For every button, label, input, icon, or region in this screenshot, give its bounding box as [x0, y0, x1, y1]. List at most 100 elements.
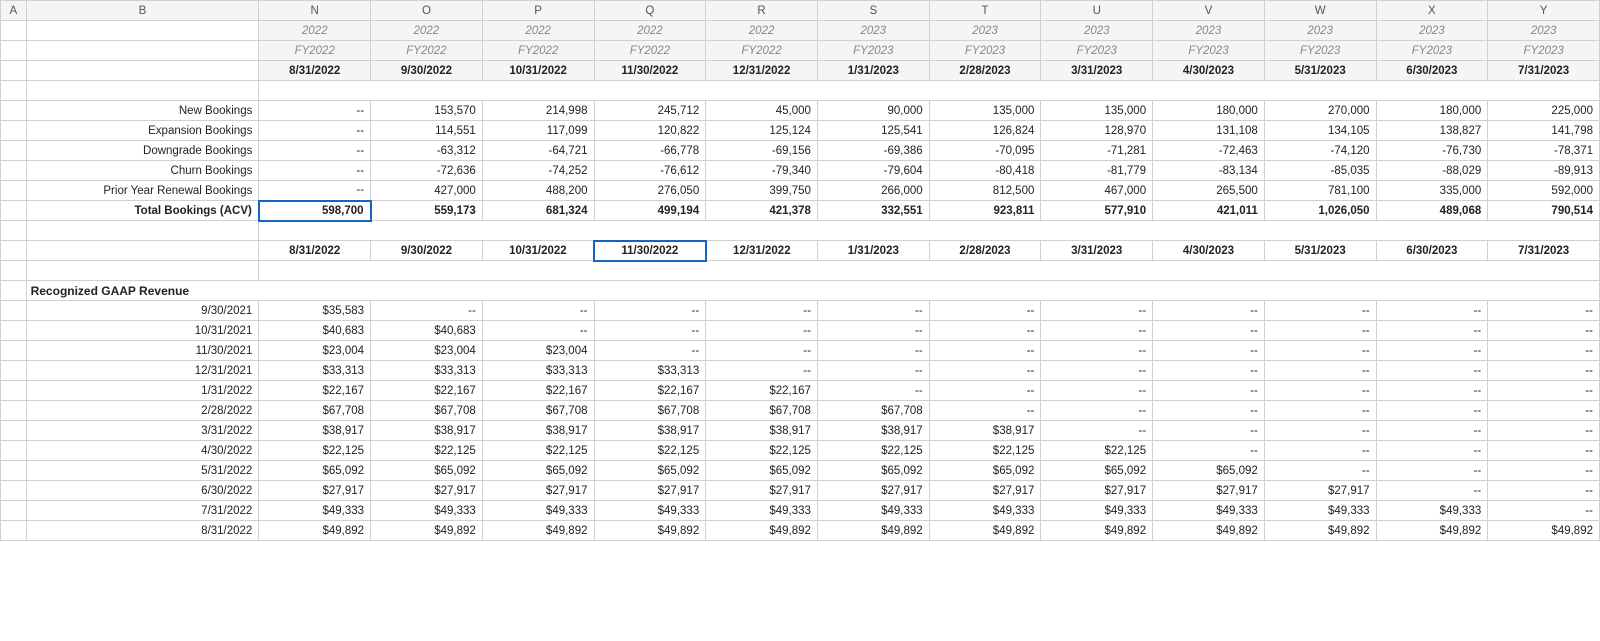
gaap-Y-10[interactable]: -- [1488, 501, 1600, 521]
date2-P[interactable]: 10/31/2022 [482, 241, 594, 261]
gaap-R-4[interactable]: $22,167 [706, 381, 818, 401]
prior-year-renewal-T[interactable]: 812,500 [929, 181, 1041, 201]
gaap-P-1[interactable]: -- [482, 321, 594, 341]
new-bookings-S[interactable]: 90,000 [817, 101, 929, 121]
expansion-bookings-P[interactable]: 117,099 [482, 121, 594, 141]
expansion-bookings-T[interactable]: 126,824 [929, 121, 1041, 141]
gaap-W-1[interactable]: -- [1264, 321, 1376, 341]
gaap-X-9[interactable]: -- [1376, 481, 1488, 501]
col-W-header[interactable]: W [1264, 1, 1376, 21]
gaap-X-10[interactable]: $49,333 [1376, 501, 1488, 521]
gaap-O-11[interactable]: $49,892 [371, 521, 483, 541]
prior-year-renewal-O[interactable]: 427,000 [371, 181, 483, 201]
downgrade-bookings-Y[interactable]: -78,371 [1488, 141, 1600, 161]
gaap-O-5[interactable]: $67,708 [371, 401, 483, 421]
gaap-S-1[interactable]: -- [817, 321, 929, 341]
total-bookings-P[interactable]: 681,324 [482, 201, 594, 221]
gaap-U-5[interactable]: -- [1041, 401, 1153, 421]
date2-R[interactable]: 12/31/2022 [706, 241, 818, 261]
expansion-bookings-N[interactable]: -- [259, 121, 371, 141]
date-X[interactable]: 6/30/2023 [1376, 61, 1488, 81]
gaap-R-0[interactable]: -- [706, 301, 818, 321]
gaap-R-1[interactable]: -- [706, 321, 818, 341]
expansion-bookings-S[interactable]: 125,541 [817, 121, 929, 141]
gaap-label-10[interactable]: 7/31/2022 [26, 501, 259, 521]
gaap-Y-9[interactable]: -- [1488, 481, 1600, 501]
gaap-Y-8[interactable]: -- [1488, 461, 1600, 481]
col-P-header[interactable]: P [482, 1, 594, 21]
gaap-P-8[interactable]: $65,092 [482, 461, 594, 481]
col-B-header[interactable]: B [26, 1, 259, 21]
gaap-P-4[interactable]: $22,167 [482, 381, 594, 401]
gaap-label-1[interactable]: 10/31/2021 [26, 321, 259, 341]
downgrade-bookings-Q[interactable]: -66,778 [594, 141, 706, 161]
gaap-T-8[interactable]: $65,092 [929, 461, 1041, 481]
downgrade-bookings-P[interactable]: -64,721 [482, 141, 594, 161]
churn-bookings-U[interactable]: -81,779 [1041, 161, 1153, 181]
gaap-N-2[interactable]: $23,004 [259, 341, 371, 361]
gaap-U-6[interactable]: -- [1041, 421, 1153, 441]
new-bookings-V[interactable]: 180,000 [1153, 101, 1265, 121]
gaap-N-9[interactable]: $27,917 [259, 481, 371, 501]
gaap-S-3[interactable]: -- [817, 361, 929, 381]
gaap-S-4[interactable]: -- [817, 381, 929, 401]
date-Y[interactable]: 7/31/2023 [1488, 61, 1600, 81]
date-P[interactable]: 10/31/2022 [482, 61, 594, 81]
gaap-P-7[interactable]: $22,125 [482, 441, 594, 461]
gaap-W-6[interactable]: -- [1264, 421, 1376, 441]
gaap-W-2[interactable]: -- [1264, 341, 1376, 361]
gaap-T-11[interactable]: $49,892 [929, 521, 1041, 541]
gaap-Y-1[interactable]: -- [1488, 321, 1600, 341]
gaap-Y-3[interactable]: -- [1488, 361, 1600, 381]
gaap-T-0[interactable]: -- [929, 301, 1041, 321]
gaap-W-0[interactable]: -- [1264, 301, 1376, 321]
gaap-U-4[interactable]: -- [1041, 381, 1153, 401]
downgrade-bookings-V[interactable]: -72,463 [1153, 141, 1265, 161]
gaap-P-10[interactable]: $49,333 [482, 501, 594, 521]
gaap-U-0[interactable]: -- [1041, 301, 1153, 321]
gaap-O-9[interactable]: $27,917 [371, 481, 483, 501]
gaap-S-0[interactable]: -- [817, 301, 929, 321]
gaap-label-9[interactable]: 6/30/2022 [26, 481, 259, 501]
prior-year-renewal-N[interactable]: -- [259, 181, 371, 201]
new-bookings-R[interactable]: 45,000 [706, 101, 818, 121]
gaap-N-11[interactable]: $49,892 [259, 521, 371, 541]
gaap-W-4[interactable]: -- [1264, 381, 1376, 401]
total-bookings-V[interactable]: 421,011 [1153, 201, 1265, 221]
gaap-Q-4[interactable]: $22,167 [594, 381, 706, 401]
downgrade-bookings-O[interactable]: -63,312 [371, 141, 483, 161]
date-O[interactable]: 9/30/2022 [371, 61, 483, 81]
gaap-O-6[interactable]: $38,917 [371, 421, 483, 441]
gaap-S-6[interactable]: $38,917 [817, 421, 929, 441]
col-U-header[interactable]: U [1041, 1, 1153, 21]
gaap-O-2[interactable]: $23,004 [371, 341, 483, 361]
new-bookings-N[interactable]: -- [259, 101, 371, 121]
gaap-R-8[interactable]: $65,092 [706, 461, 818, 481]
date-V[interactable]: 4/30/2023 [1153, 61, 1265, 81]
gaap-U-11[interactable]: $49,892 [1041, 521, 1153, 541]
gaap-Q-2[interactable]: -- [594, 341, 706, 361]
gaap-Y-4[interactable]: -- [1488, 381, 1600, 401]
gaap-S-8[interactable]: $65,092 [817, 461, 929, 481]
new-bookings-O[interactable]: 153,570 [371, 101, 483, 121]
downgrade-bookings-N[interactable]: -- [259, 141, 371, 161]
gaap-Y-11[interactable]: $49,892 [1488, 521, 1600, 541]
gaap-T-9[interactable]: $27,917 [929, 481, 1041, 501]
prior-year-renewal-Q[interactable]: 276,050 [594, 181, 706, 201]
gaap-label-4[interactable]: 1/31/2022 [26, 381, 259, 401]
churn-bookings-S[interactable]: -79,604 [817, 161, 929, 181]
gaap-S-2[interactable]: -- [817, 341, 929, 361]
gaap-O-0[interactable]: -- [371, 301, 483, 321]
col-T-header[interactable]: T [929, 1, 1041, 21]
col-A-header[interactable]: A [1, 1, 27, 21]
gaap-P-3[interactable]: $33,313 [482, 361, 594, 381]
downgrade-bookings-X[interactable]: -76,730 [1376, 141, 1488, 161]
date2-W[interactable]: 5/31/2023 [1264, 241, 1376, 261]
gaap-R-5[interactable]: $67,708 [706, 401, 818, 421]
gaap-R-3[interactable]: -- [706, 361, 818, 381]
gaap-Y-5[interactable]: -- [1488, 401, 1600, 421]
date2-V[interactable]: 4/30/2023 [1153, 241, 1265, 261]
date-N[interactable]: 8/31/2022 [259, 61, 371, 81]
gaap-U-10[interactable]: $49,333 [1041, 501, 1153, 521]
expansion-bookings-Y[interactable]: 141,798 [1488, 121, 1600, 141]
